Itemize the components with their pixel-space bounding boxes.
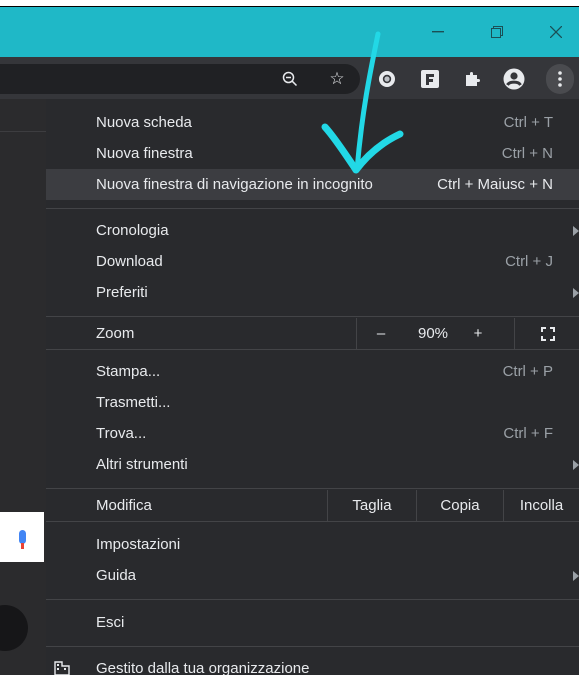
menu-item-exit[interactable]: Esci — [46, 607, 579, 638]
menu-item-label: Impostazioni — [96, 536, 181, 553]
chrome-menu: Nuova scheda Ctrl + T Nuova finestra Ctr… — [46, 99, 579, 675]
zoom-level: 90% — [417, 325, 449, 342]
menu-separator — [46, 316, 579, 317]
menu-separator — [46, 521, 579, 522]
menu-item-help[interactable]: Guida — [46, 560, 579, 591]
cut-button[interactable]: Taglia — [328, 490, 416, 521]
menu-zoom-row: Zoom – 90% + — [46, 318, 579, 349]
menu-item-label: Altri strumenti — [96, 456, 188, 473]
menu-item-bookmarks[interactable]: Preferiti — [46, 277, 579, 308]
managed-by-organization: Gestito dalla tua organizzazione — [96, 659, 310, 675]
building-icon — [54, 661, 70, 675]
menu-separator — [46, 646, 579, 647]
more-menu-icon[interactable] — [546, 64, 574, 94]
submenu-arrow-icon — [573, 287, 579, 298]
menu-item-label: Stampa... — [96, 363, 161, 380]
zoom-out-button[interactable]: – — [358, 318, 404, 349]
fullscreen-icon[interactable] — [516, 318, 579, 349]
browser-window: ☆ Nuova scheda Ctrl + T Nuova finestra C… — [0, 0, 579, 675]
copy-button[interactable]: Copia — [417, 490, 503, 521]
menu-item-label: Trova... — [96, 425, 147, 442]
zoom-label: Zoom — [96, 325, 135, 342]
menu-separator — [46, 488, 579, 489]
restore-icon[interactable] — [474, 7, 520, 57]
menu-separator — [46, 349, 579, 350]
screen-top-border — [0, 0, 579, 7]
extensions-puzzle-icon[interactable] — [460, 64, 484, 94]
menu-item-label: Cronologia — [96, 222, 169, 239]
menu-edit-row: Modifica Taglia Copia Incolla — [46, 490, 579, 521]
menu-item-history[interactable]: Cronologia — [46, 215, 579, 246]
menu-item-shortcut: Ctrl + F — [503, 425, 553, 442]
page-background — [0, 99, 46, 675]
menu-item-label: Nuova scheda — [96, 114, 192, 131]
menu-separator — [46, 208, 579, 209]
menu-item-label: Nuova finestra — [96, 145, 193, 162]
zoom-out-icon[interactable] — [278, 64, 302, 94]
menu-item-label: Guida — [96, 567, 137, 584]
menu-item-shortcut: Ctrl + J — [505, 253, 553, 270]
menu-item-more-tools[interactable]: Altri strumenti — [46, 449, 579, 480]
paste-button[interactable]: Incolla — [504, 490, 579, 521]
menu-item-shortcut: Ctrl + Maiusc + N — [437, 176, 553, 193]
menu-item-settings[interactable]: Impostazioni — [46, 529, 579, 560]
submenu-arrow-icon — [573, 570, 579, 581]
menu-item-label: Preferiti — [96, 284, 148, 301]
edit-label: Modifica — [96, 497, 152, 514]
zoom-divider — [514, 318, 515, 349]
menu-separator — [46, 599, 579, 600]
profile-icon[interactable] — [502, 64, 526, 94]
zoom-divider — [356, 318, 357, 349]
annotation-arrow-icon — [321, 31, 404, 174]
menu-item-label: Esci — [96, 614, 125, 631]
menu-item-downloads[interactable]: Download Ctrl + J — [46, 246, 579, 277]
microphone-icon — [18, 530, 26, 549]
menu-item-shortcut: Ctrl + T — [503, 114, 553, 131]
minimize-icon[interactable] — [415, 7, 461, 57]
mic-button[interactable] — [0, 512, 44, 562]
address-bar[interactable] — [0, 64, 360, 94]
submenu-arrow-icon — [573, 459, 579, 470]
zoom-in-button[interactable]: + — [458, 318, 498, 349]
menu-item-shortcut: Ctrl + N — [501, 145, 553, 162]
extension-f-icon[interactable] — [418, 64, 442, 94]
menu-item-label: Download — [96, 253, 163, 270]
submenu-arrow-icon — [573, 225, 579, 236]
menu-item-cast[interactable]: Trasmetti... — [46, 387, 579, 418]
menu-item-print[interactable]: Stampa... Ctrl + P — [46, 356, 579, 387]
menu-item-shortcut: Ctrl + P — [502, 363, 553, 380]
menu-item-label: Trasmetti... — [96, 394, 171, 411]
menu-item-find[interactable]: Trova... Ctrl + F — [46, 418, 579, 449]
menu-managed-footer[interactable]: Gestito dalla tua organizzazione — [46, 657, 579, 675]
close-icon[interactable] — [533, 7, 579, 57]
